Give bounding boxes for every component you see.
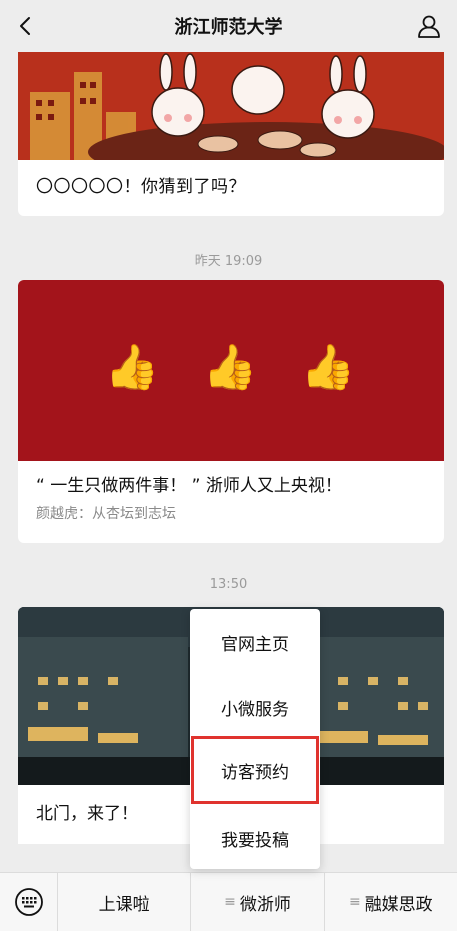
menu-item-submit-article[interactable]: 我要投稿 xyxy=(190,813,320,863)
person-icon xyxy=(418,15,440,38)
article-card[interactable]: 👍 👍 👍 “ 一生只做两件事！ ” 浙师人又上央视！ 颜越虎：从杏坛到志坛 xyxy=(18,280,444,543)
submenu-indicator-icon: ≡ xyxy=(224,894,236,910)
menu-tab-label: 融媒思政 xyxy=(364,894,433,915)
message-timestamp: 昨天 19:09 xyxy=(194,254,263,269)
thumbs-up-icon: 👍 xyxy=(300,342,356,393)
article-card[interactable]: 〇〇〇〇〇！你猜到了吗？ xyxy=(18,52,444,216)
message-timestamp: 13:50 xyxy=(209,577,248,592)
menu-item-official-site[interactable]: 官网主页 xyxy=(190,617,320,667)
profile-button[interactable] xyxy=(411,8,447,44)
menu-item-visitor-appointment[interactable]: 访客预约 xyxy=(191,736,319,804)
article-cover-image xyxy=(18,52,444,160)
menu-tab-label: 上课啦 xyxy=(98,894,150,915)
page-title: 浙江师范大学 xyxy=(174,17,283,38)
keyboard-toggle-button[interactable] xyxy=(0,872,58,931)
thumbs-up-icon: 👍 xyxy=(202,342,258,393)
back-button[interactable] xyxy=(8,8,44,44)
menu-item-micro-service[interactable]: 小微服务 xyxy=(190,682,320,732)
submenu-indicator-icon: ≡ xyxy=(348,894,361,910)
thumbs-up-icon: 👍 xyxy=(104,342,160,393)
menu-tab-media[interactable]: ≡ 融媒思政 xyxy=(325,873,457,931)
submenu-popup: 官网主页 小微服务 访客预约 我要投稿 xyxy=(190,609,320,869)
menu-tab-label: 微浙师 xyxy=(239,894,291,915)
article-title: 〇〇〇〇〇！你猜到了吗？ xyxy=(36,177,246,197)
article-subtitle: 颜越虎：从杏坛到志坛 xyxy=(36,505,176,522)
chevron-left-icon xyxy=(20,17,30,35)
bottom-menu-bar: 上课啦 ≡ 微浙师 ≡ 融媒思政 xyxy=(0,872,457,931)
keyboard-icon xyxy=(14,888,43,916)
menu-tab-class[interactable]: 上课啦 xyxy=(58,872,192,931)
article-title: “ 一生只做两件事！ ” 浙师人又上央视！ xyxy=(36,476,342,496)
nav-bar: 浙江师范大学 xyxy=(0,0,457,52)
menu-tab-weizheshi[interactable]: ≡ 微浙师 xyxy=(191,872,325,931)
article-cover-image: 👍 👍 👍 xyxy=(18,280,444,461)
